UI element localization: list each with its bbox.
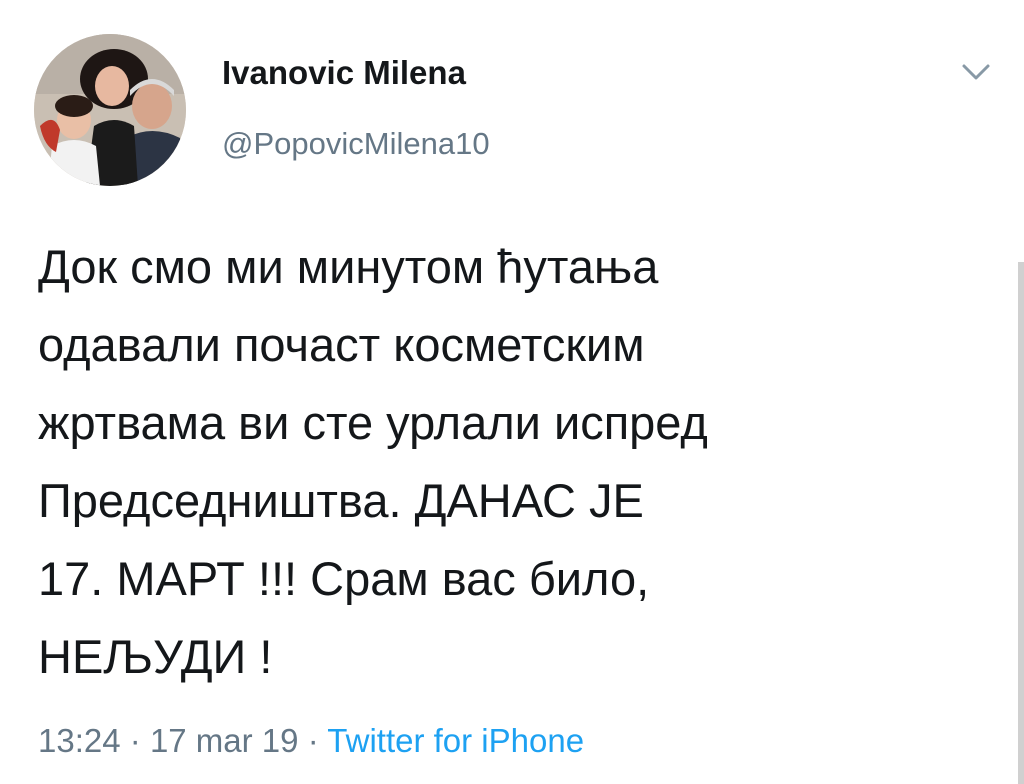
tweet-source-link[interactable]: Twitter for iPhone [327,722,584,759]
tweet-text: Док смо ми минутом ћутања одавали почаст… [38,240,708,683]
tweet-detail-screen: Ivanovic Milena @PopovicMilena10 Док смо… [0,0,1024,784]
tweet-time[interactable]: 13:24 [38,722,121,759]
author-display-name[interactable]: Ivanovic Milena [222,54,466,92]
tweet-metadata: 13:24 · 17 mar 19 · Twitter for iPhone [38,722,584,760]
meta-separator: · [129,722,141,759]
avatar-photo [34,34,186,186]
tweet-date[interactable]: 17 mar 19 [150,722,299,759]
meta-separator: · [307,722,319,759]
scrollbar[interactable] [1018,262,1024,784]
chevron-down-icon[interactable] [960,62,992,82]
author-handle[interactable]: @PopovicMilena10 [222,126,490,162]
avatar[interactable] [34,34,186,186]
